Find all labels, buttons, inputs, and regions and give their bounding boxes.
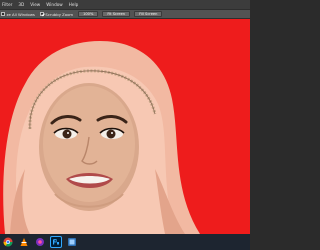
app-icon[interactable] — [34, 236, 46, 248]
portrait-image — [3, 41, 201, 234]
menu-filter[interactable]: Filter — [2, 0, 12, 9]
checkbox-box[interactable] — [1, 12, 5, 16]
photoshop-icon[interactable] — [50, 236, 62, 248]
vlc-icon[interactable] — [18, 236, 30, 248]
checkbox-box-checked[interactable] — [39, 12, 44, 16]
menu-help[interactable]: Help — [69, 0, 79, 9]
fill-screen-button[interactable]: Fill Screen — [134, 11, 163, 17]
scrubby-zoom-checkbox[interactable]: Scrubby Zoom — [39, 11, 74, 17]
scrubby-zoom-label: Scrubby Zoom — [45, 11, 74, 17]
resize-windows-checkbox[interactable]: ze All Windows — [1, 12, 35, 17]
zoom-100-button[interactable]: 100% — [78, 11, 99, 17]
options-bar: ze All Windows Scrubby Zoom 100% Fit Scr… — [0, 9, 250, 19]
menu-window[interactable]: Window — [46, 0, 63, 9]
document-canvas[interactable] — [0, 19, 250, 234]
chrome-icon[interactable] — [2, 236, 14, 248]
fit-screen-button[interactable]: Fit Screen — [102, 11, 131, 17]
menu-bar: Filter 3D View Window Help — [0, 0, 250, 9]
resize-windows-label: ze All Windows — [6, 11, 35, 17]
menu-view[interactable]: View — [30, 0, 40, 9]
taskbar — [0, 234, 250, 250]
menu-3d[interactable]: 3D — [18, 0, 24, 9]
app-icon-2[interactable] — [66, 236, 78, 248]
